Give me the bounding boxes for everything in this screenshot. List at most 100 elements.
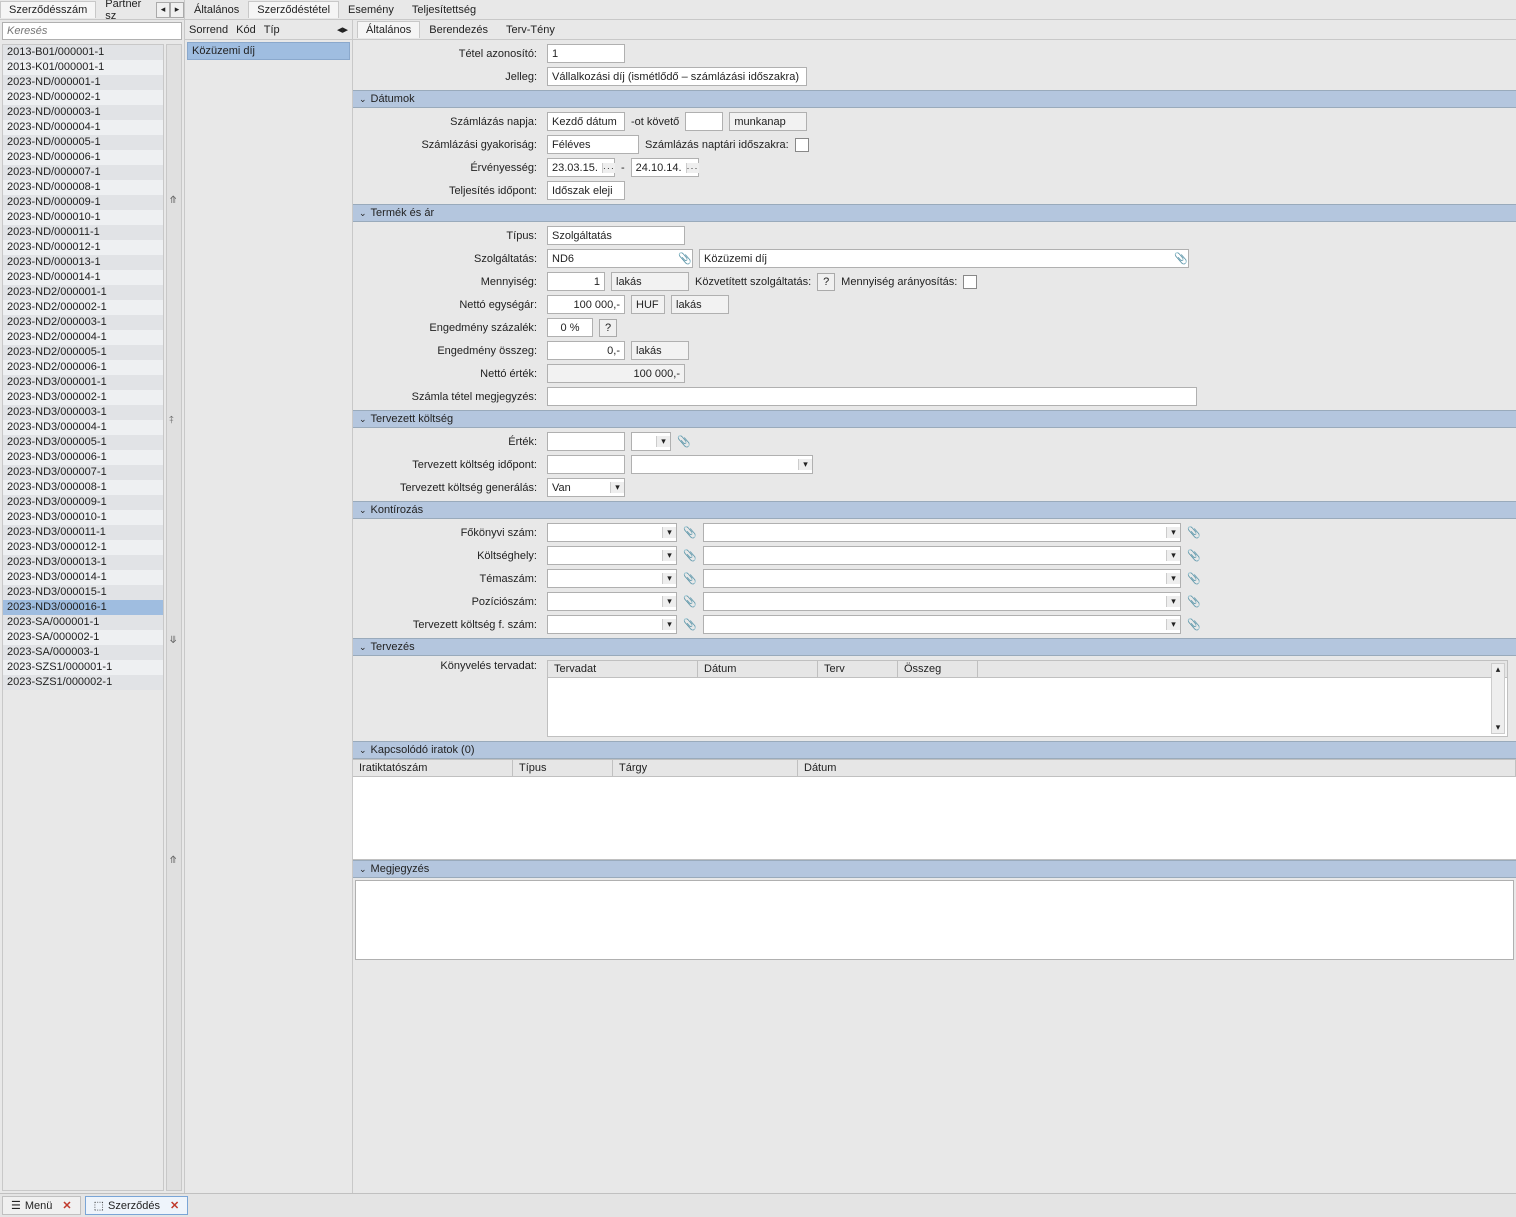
tervezes-table-body[interactable] <box>548 678 1507 736</box>
list-item[interactable]: 2023-ND/000013-1 <box>3 255 163 270</box>
section-kapcs[interactable]: ⌄ Kapcsolódó iratok (0) <box>353 741 1516 759</box>
sidebar-tab-szerzodesszam[interactable]: Szerződésszám <box>0 1 96 18</box>
attach-icon[interactable]: 📎 <box>1187 526 1201 539</box>
th-targy[interactable]: Tárgy <box>613 760 798 776</box>
scroll-down-icon[interactable]: ▾ <box>1492 722 1504 733</box>
list-item[interactable]: 2013-K01/000001-1 <box>3 60 163 75</box>
fld-terv-idopont-ddl[interactable]: ▾ <box>631 455 813 474</box>
list-item[interactable]: 2023-ND3/000004-1 <box>3 420 163 435</box>
list-item[interactable]: 2023-ND3/000014-1 <box>3 570 163 585</box>
contract-list[interactable]: 2013-B01/000001-12013-K01/000001-12023-N… <box>2 44 164 1191</box>
mid-col-tip[interactable]: Típ <box>264 24 280 36</box>
fld-mennyiseg[interactable] <box>547 272 605 291</box>
th-osszeg[interactable]: Összeg <box>898 661 978 677</box>
tab-esemeny[interactable]: Esemény <box>339 1 403 18</box>
attach-icon[interactable]: 📎 <box>1187 618 1201 631</box>
attach-icon[interactable]: 📎 <box>1187 572 1201 585</box>
list-item[interactable]: 2023-ND2/000004-1 <box>3 330 163 345</box>
fld-terv-gen[interactable]: Van▾ <box>547 478 625 497</box>
list-item[interactable]: 2023-ND/000001-1 <box>3 75 163 90</box>
attach-icon[interactable]: 📎 <box>683 572 697 585</box>
th-datum[interactable]: Dátum <box>698 661 818 677</box>
sidebar-tab-partner[interactable]: Partner sz <box>96 0 156 24</box>
fld-terv-idopont[interactable] <box>547 455 625 474</box>
chk-naptari[interactable] <box>795 138 809 152</box>
fld-koltseghely-b[interactable]: ▾ <box>703 546 1181 565</box>
list-item[interactable]: 2023-ND3/000013-1 <box>3 555 163 570</box>
btn-eng-help[interactable]: ? <box>599 319 617 337</box>
subtab-tervteny[interactable]: Terv-Tény <box>497 21 564 38</box>
fld-szaml-gyak[interactable] <box>547 135 639 154</box>
fld-temaszam-b[interactable]: ▾ <box>703 569 1181 588</box>
list-item[interactable]: 2023-ND3/000015-1 <box>3 585 163 600</box>
attach-icon[interactable]: 📎 <box>683 618 697 631</box>
fld-eng-szazalek[interactable] <box>547 318 593 337</box>
tab-szerzodestetel[interactable]: Szerződéstétel <box>248 1 339 18</box>
list-item[interactable]: 2023-ND/000010-1 <box>3 210 163 225</box>
mid-col-kod[interactable]: Kód <box>236 24 256 36</box>
task-menu[interactable]: ☰ Menü ✕ <box>2 1196 81 1215</box>
list-item[interactable]: 2023-ND/000004-1 <box>3 120 163 135</box>
list-item[interactable]: 2023-SA/000002-1 <box>3 630 163 645</box>
mid-next[interactable]: ▸ <box>342 23 348 36</box>
list-item[interactable]: 2023-ND/000007-1 <box>3 165 163 180</box>
list-item[interactable]: 2023-ND3/000012-1 <box>3 540 163 555</box>
fld-fokonyvi-szam-a[interactable]: ▾ <box>547 523 677 542</box>
list-item[interactable]: 2023-ND/000006-1 <box>3 150 163 165</box>
fld-ot-koveto-num[interactable] <box>685 112 723 131</box>
fld-netto-egysegar[interactable] <box>547 295 625 314</box>
th-iratiktatoszam[interactable]: Iratiktatószám <box>353 760 513 776</box>
list-item[interactable]: 2023-ND3/000005-1 <box>3 435 163 450</box>
fld-ertek-ddl[interactable]: ▾ <box>631 432 671 451</box>
sidebar-tab-prev[interactable]: ◂ <box>156 2 170 18</box>
list-item[interactable]: 2023-ND2/000003-1 <box>3 315 163 330</box>
list-item[interactable]: 2023-ND/000014-1 <box>3 270 163 285</box>
list-item[interactable]: 2023-SZS1/000001-1 <box>3 660 163 675</box>
list-item[interactable]: 2023-ND2/000001-1 <box>3 285 163 300</box>
search-input[interactable] <box>2 22 182 40</box>
ellipsis-icon[interactable]: ··· <box>602 163 615 173</box>
fld-tervezett-f-szam-b[interactable]: ▾ <box>703 615 1181 634</box>
ellipsis-icon[interactable]: ··· <box>686 163 699 173</box>
attach-icon[interactable]: 📎 <box>1174 252 1188 265</box>
list-item[interactable]: 2023-ND/000011-1 <box>3 225 163 240</box>
subtab-berendezes[interactable]: Berendezés <box>420 21 497 38</box>
th-terv[interactable]: Terv <box>818 661 898 677</box>
attach-icon[interactable]: 📎 <box>1187 595 1201 608</box>
attach-icon[interactable]: 📎 <box>683 549 697 562</box>
kapcs-table-body[interactable] <box>353 777 1516 859</box>
fld-szamlazas-napja[interactable] <box>547 112 625 131</box>
fld-pozicioszam-b[interactable]: ▾ <box>703 592 1181 611</box>
mid-col-sorrend[interactable]: Sorrend <box>189 24 228 36</box>
list-item[interactable]: 2023-ND3/000009-1 <box>3 495 163 510</box>
task-szerzodes[interactable]: ⬚ Szerződés ✕ <box>85 1196 189 1215</box>
fld-koltseghely-a[interactable]: ▾ <box>547 546 677 565</box>
sidebar-tab-next[interactable]: ▸ <box>170 2 184 18</box>
section-termek[interactable]: ⌄ Termék és ár <box>353 204 1516 222</box>
list-item[interactable]: 2023-ND3/000002-1 <box>3 390 163 405</box>
list-item[interactable]: 2023-ND/000003-1 <box>3 105 163 120</box>
list-item[interactable]: 2023-SA/000001-1 <box>3 615 163 630</box>
close-icon[interactable]: ✕ <box>170 1199 179 1212</box>
fld-ertek[interactable] <box>547 432 625 451</box>
list-item[interactable]: 2023-ND3/000001-1 <box>3 375 163 390</box>
fld-fokonyvi-szam-b[interactable]: ▾ <box>703 523 1181 542</box>
close-icon[interactable]: ✕ <box>62 1199 71 1212</box>
section-datumok[interactable]: ⌄ Dátumok <box>353 90 1516 108</box>
attach-icon[interactable]: 📎 <box>683 526 697 539</box>
th-tipus[interactable]: Típus <box>513 760 613 776</box>
list-item[interactable]: 2023-ND3/000007-1 <box>3 465 163 480</box>
sidebar-gutter[interactable]: ⤊ ⤉ ⤋ ⤊ <box>166 44 182 1191</box>
attach-icon[interactable]: 📎 <box>1187 549 1201 562</box>
list-item[interactable]: 2023-SA/000003-1 <box>3 645 163 660</box>
chk-menny-aranyositas[interactable] <box>963 275 977 289</box>
fld-szolg-code[interactable]: ND6 <box>548 253 678 265</box>
attach-icon[interactable]: 📎 <box>677 435 691 448</box>
list-item[interactable]: 2023-ND2/000002-1 <box>3 300 163 315</box>
fld-temaszam-a[interactable]: ▾ <box>547 569 677 588</box>
section-kontirozas[interactable]: ⌄ Kontírozás <box>353 501 1516 519</box>
fld-jelleg[interactable] <box>547 67 807 86</box>
attach-icon[interactable]: 📎 <box>678 252 692 265</box>
list-item[interactable]: 2023-ND/000005-1 <box>3 135 163 150</box>
th-tervadat[interactable]: Tervadat <box>548 661 698 677</box>
